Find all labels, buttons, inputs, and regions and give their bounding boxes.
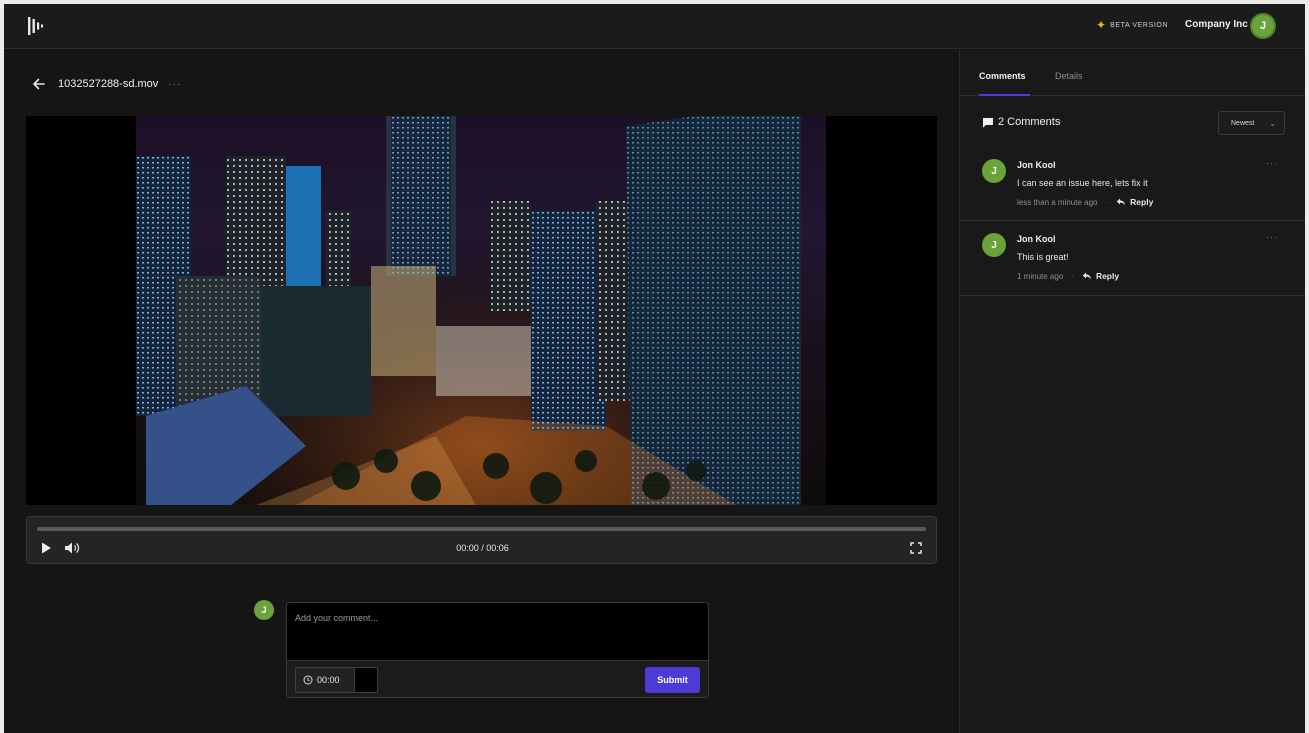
composer-avatar: J — [254, 600, 274, 620]
comment-time: 1 minute ago — [1017, 271, 1064, 281]
comment-count-label: 2 Comments — [998, 116, 1061, 128]
video-frame-image — [136, 116, 826, 505]
comment-more-button[interactable]: ··· — [1266, 158, 1278, 168]
company-name[interactable]: Company Inc — [1185, 19, 1248, 30]
video-player[interactable] — [26, 116, 937, 505]
composer-toolbar: 00:00 Submit — [287, 660, 708, 697]
chevron-down-icon: ⌄ — [1269, 118, 1276, 128]
comment-composer: 00:00 Submit — [286, 602, 709, 698]
comment-author: Jon Kool — [1017, 160, 1056, 170]
reply-label: Reply — [1130, 197, 1154, 207]
reply-arrow-icon — [1116, 198, 1126, 206]
sort-select-value: Newest — [1231, 119, 1255, 127]
comment-avatar: J — [982, 159, 1006, 183]
chat-bubble-icon — [983, 117, 993, 127]
comment-item: J Jon Kool ··· I can see an issue here, … — [960, 147, 1305, 221]
comment-item: J Jon Kool ··· This is great! 1 minute a… — [960, 221, 1305, 296]
comment-meta: less than a minute ago · Reply — [1017, 197, 1153, 207]
comment-author: Jon Kool — [1017, 234, 1056, 244]
reply-button[interactable]: Reply — [1082, 271, 1119, 281]
video-controls: 00:00 / 00:06 — [26, 516, 937, 564]
reply-arrow-icon — [1082, 272, 1092, 280]
sparkle-icon: ✦ — [1096, 18, 1107, 32]
top-bar: ✦ BETA VERSION Company Inc J — [4, 4, 1305, 49]
tab-details[interactable]: Details — [1055, 71, 1083, 81]
comment-avatar: J — [982, 233, 1006, 257]
meta-separator: · — [1105, 197, 1109, 207]
active-tab-indicator — [979, 94, 1030, 96]
meta-separator: · — [1071, 271, 1074, 281]
file-header: 1032527288-sd.mov ··· — [32, 77, 181, 91]
file-name: 1032527288-sd.mov — [58, 78, 159, 90]
reply-label: Reply — [1095, 271, 1120, 281]
comment-text: I can see an issue here, lets fix it — [1017, 178, 1148, 188]
main-area: 1032527288-sd.mov ··· 00:00 / 00:06 J Ad… — [4, 50, 959, 733]
submit-button[interactable]: Submit — [645, 667, 700, 693]
user-avatar[interactable]: J — [1250, 13, 1276, 39]
panel-tabs: Comments Details — [960, 50, 1305, 96]
timestamp-chip[interactable]: 00:00 — [295, 667, 378, 693]
comment-text: This is great! — [1017, 252, 1069, 262]
comment-input[interactable] — [287, 603, 708, 660]
timecode: 00:00 / 00:06 — [456, 543, 509, 553]
clock-icon — [303, 675, 313, 685]
sort-select[interactable]: Newest ⌄ — [1218, 111, 1285, 135]
app-window: ✦ BETA VERSION Company Inc J 1032527288-… — [4, 4, 1305, 733]
reply-button[interactable]: Reply — [1116, 197, 1153, 207]
comment-meta: 1 minute ago · Reply — [1017, 271, 1119, 281]
beta-label: BETA VERSION — [1110, 21, 1169, 29]
fullscreen-icon[interactable] — [910, 542, 922, 554]
comment-more-button[interactable]: ··· — [1266, 232, 1278, 242]
comment-count: 2 Comments — [982, 116, 1060, 128]
app-logo-icon[interactable] — [27, 16, 47, 36]
comment-time: less than a minute ago — [1017, 197, 1098, 207]
timestamp-value: 00:00 — [317, 675, 340, 685]
beta-badge: ✦ BETA VERSION — [1096, 19, 1168, 31]
comments-panel: Comments Details 2 Comments Newest ⌄ J J… — [959, 50, 1305, 733]
tab-comments[interactable]: Comments — [979, 71, 1026, 81]
arrow-left-icon[interactable] — [32, 77, 46, 91]
file-more-button[interactable]: ··· — [168, 79, 181, 90]
progress-bar[interactable] — [37, 527, 926, 531]
color-swatch[interactable] — [354, 667, 378, 693]
